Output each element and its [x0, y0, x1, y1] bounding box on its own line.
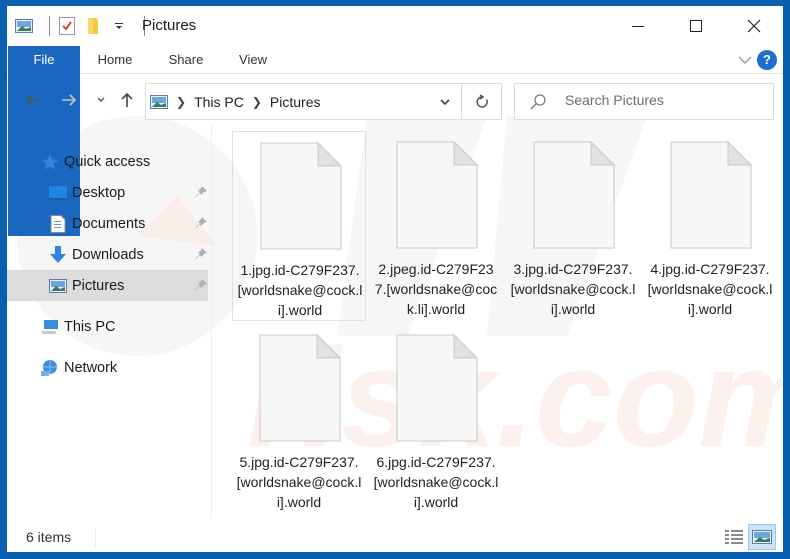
sidebar-item-pictures[interactable]: Pictures: [7, 270, 208, 301]
large-icons-view-button[interactable]: [748, 524, 776, 550]
new-folder-icon[interactable]: [84, 17, 102, 35]
recent-locations-button[interactable]: [89, 88, 113, 112]
sidebar-item-label: This PC: [64, 318, 116, 335]
breadcrumb-this-pc[interactable]: This PC: [194, 94, 244, 110]
pin-icon[interactable]: [194, 278, 208, 292]
details-view-button[interactable]: [723, 526, 745, 548]
sidebar-item-desktop[interactable]: Desktop: [7, 177, 208, 208]
star-icon: [41, 153, 59, 171]
chevron-down-icon: [440, 98, 450, 105]
sidebar-item-label: Documents: [72, 215, 146, 232]
back-button[interactable]: [21, 88, 45, 112]
file-item[interactable]: 1.jpg.id-C279F237.[worldsnake@cock.li].w…: [232, 131, 366, 321]
pin-icon[interactable]: [194, 185, 208, 199]
chevron-right-icon[interactable]: ❯: [252, 95, 262, 109]
navigation-bar: ❯ This PC ❯ Pictures: [7, 80, 783, 120]
customize-dropdown-icon[interactable]: [110, 17, 128, 35]
sidebar-item-label: Pictures: [72, 277, 125, 294]
toolbar-divider: [49, 16, 50, 36]
file-item[interactable]: 2.jpeg.id-C279F237.[worldsnake@cock.li].…: [369, 131, 503, 321]
blank-file-icon: [670, 141, 752, 249]
chevron-down-icon: [738, 56, 752, 64]
ribbon-tabs: File Home Share View ?: [7, 46, 783, 236]
status-divider: [95, 528, 96, 548]
file-name: 1.jpg.id-C279F237.[worldsnake@cock.li].w…: [237, 262, 363, 318]
search-icon: [530, 94, 546, 110]
address-bar[interactable]: ❯ This PC ❯ Pictures: [145, 83, 502, 120]
pictures-icon: [49, 277, 67, 295]
desktop-icon: [49, 184, 67, 202]
network-icon: [41, 359, 59, 377]
address-history-dropdown[interactable]: [433, 84, 457, 119]
computer-icon: [41, 318, 59, 336]
search-box[interactable]: [514, 83, 774, 120]
item-count: 6 items: [26, 529, 72, 545]
blank-file-icon: [259, 334, 341, 442]
breadcrumb: ❯ This PC ❯ Pictures: [150, 84, 321, 119]
maximize-icon: [690, 20, 702, 32]
tab-view[interactable]: View: [229, 46, 277, 74]
help-button[interactable]: ?: [757, 50, 777, 70]
blank-file-icon: [533, 141, 615, 249]
file-explorer-window: risk.com Pictures File Home Share View ?…: [7, 6, 783, 552]
sidebar-item-quick-access[interactable]: Quick access: [7, 146, 208, 177]
pictures-icon[interactable]: [15, 17, 33, 35]
sidebar-item-label: Quick access: [64, 153, 151, 170]
status-bar: 6 items: [7, 524, 783, 552]
file-name: 4.jpg.id-C279F237.[worldsnake@cock.li].w…: [647, 261, 773, 317]
file-item[interactable]: 6.jpg.id-C279F237.[worldsnake@cock.li].w…: [369, 324, 503, 514]
file-name: 5.jpg.id-C279F237.[worldsnake@cock.li].w…: [236, 454, 362, 510]
expand-ribbon-button[interactable]: [737, 52, 753, 68]
file-item[interactable]: 4.jpg.id-C279F237.[worldsnake@cock.li].w…: [643, 131, 777, 321]
close-button[interactable]: [725, 6, 783, 46]
sidebar-item-network[interactable]: Network: [7, 352, 208, 383]
properties-icon[interactable]: [58, 17, 76, 35]
navigation-pane: Quick access Desktop Documents Downloads: [7, 136, 211, 521]
pane-divider[interactable]: [211, 124, 212, 519]
sidebar-item-label: Desktop: [72, 184, 126, 201]
chevron-down-icon: [97, 97, 105, 102]
tab-share[interactable]: Share: [157, 46, 215, 74]
file-name: 3.jpg.id-C279F237.[worldsnake@cock.li].w…: [510, 261, 636, 317]
minimize-button[interactable]: [609, 6, 667, 46]
pin-icon[interactable]: [194, 247, 208, 261]
arrow-right-icon: [62, 94, 77, 106]
up-button[interactable]: [115, 88, 139, 112]
forward-button[interactable]: [57, 88, 81, 112]
arrow-left-icon: [25, 94, 40, 106]
quick-access-toolbar: [15, 16, 153, 36]
sidebar-item-label: Network: [64, 359, 118, 376]
search-input[interactable]: [565, 92, 765, 108]
documents-icon: [49, 214, 67, 233]
chevron-right-icon[interactable]: ❯: [176, 95, 186, 109]
blank-file-icon: [396, 334, 478, 442]
maximize-button[interactable]: [667, 6, 725, 46]
sidebar-item-label: Downloads: [72, 246, 144, 263]
sidebar-item-downloads[interactable]: Downloads: [7, 239, 208, 270]
file-item[interactable]: 3.jpg.id-C279F237.[worldsnake@cock.li].w…: [506, 131, 640, 321]
arrow-up-icon: [121, 92, 133, 107]
tab-home[interactable]: Home: [85, 46, 145, 74]
downloads-icon: [49, 245, 67, 264]
breadcrumb-pictures[interactable]: Pictures: [270, 94, 321, 110]
close-icon: [747, 19, 761, 33]
pictures-icon: [150, 94, 168, 109]
minimize-icon: [632, 26, 644, 27]
window-controls: [609, 6, 783, 46]
sidebar-item-this-pc[interactable]: This PC: [7, 311, 208, 342]
large-icons-view-icon: [752, 530, 772, 544]
refresh-icon: [475, 93, 488, 108]
sidebar-item-documents[interactable]: Documents: [7, 208, 208, 239]
pin-icon[interactable]: [194, 216, 208, 230]
details-view-icon: [725, 530, 743, 544]
title-bar: Pictures: [7, 6, 783, 46]
file-name: 6.jpg.id-C279F237.[worldsnake@cock.li].w…: [373, 454, 499, 510]
refresh-button[interactable]: [461, 84, 501, 119]
file-list: 1.jpg.id-C279F237.[worldsnake@cock.li].w…: [222, 126, 782, 521]
file-name: 2.jpeg.id-C279F237.[worldsnake@cock.li].…: [374, 261, 498, 317]
blank-file-icon: [396, 141, 478, 249]
blank-file-icon: [260, 142, 342, 250]
window-title: Pictures: [142, 17, 197, 34]
file-item[interactable]: 5.jpg.id-C279F237.[worldsnake@cock.li].w…: [232, 324, 366, 514]
